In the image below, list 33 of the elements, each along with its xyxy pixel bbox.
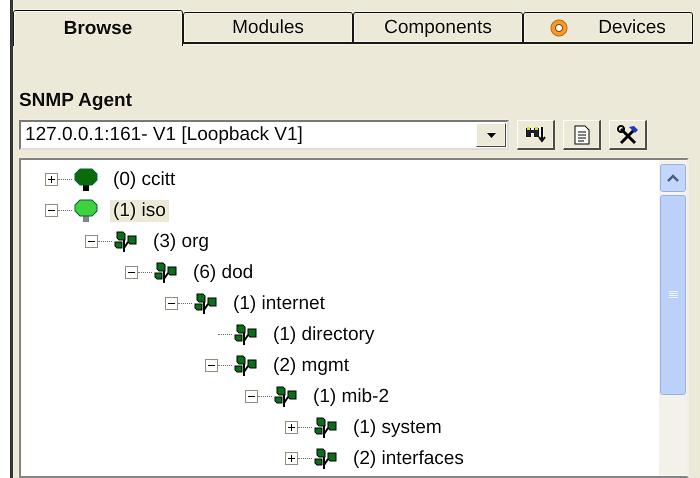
tree-item[interactable]: (0) ccitt [110,168,178,190]
tree-item[interactable]: (1) internet [230,292,328,314]
expand-icon[interactable] [285,421,298,434]
tree-icon [72,198,100,222]
agent-dropdown[interactable]: 127.0.0.1:161- V1 [Loopback V1] [19,120,509,150]
expand-icon[interactable] [45,173,58,186]
collapse-icon[interactable] [165,297,178,310]
collapse-icon[interactable] [125,266,138,279]
scroll-up-button[interactable] [660,164,686,192]
tree-item[interactable]: (3) org [150,230,212,252]
tab[interactable]: Browse [13,10,183,46]
tab[interactable]: Modules [183,12,353,44]
tree-item[interactable]: (1) mib-2 [310,386,392,408]
tree-item[interactable]: (1) system [350,416,445,438]
tree-icon [72,168,100,192]
tab[interactable]: Components [353,12,523,44]
tree-item[interactable]: (2) interfaces [350,448,467,470]
tab[interactable]: Devices [523,12,693,44]
scroll-thumb[interactable] [660,195,686,395]
collapse-icon[interactable] [85,235,98,248]
scrollbar[interactable] [659,160,687,476]
collapse-icon[interactable] [45,204,58,217]
tools-icon[interactable] [609,120,647,150]
tree-item[interactable]: (6) dod [190,262,256,284]
tree-item[interactable]: (1) iso [110,200,169,222]
document-icon[interactable] [563,120,601,150]
tree-item[interactable]: (1) directory [270,324,378,346]
binoculars-icon[interactable] [517,120,555,150]
collapse-icon[interactable] [245,390,258,403]
section-label: SNMP Agent [19,90,132,112]
expand-icon[interactable] [285,452,298,465]
collapse-icon[interactable] [205,359,218,372]
tree-item[interactable]: (2) mgmt [270,354,352,376]
